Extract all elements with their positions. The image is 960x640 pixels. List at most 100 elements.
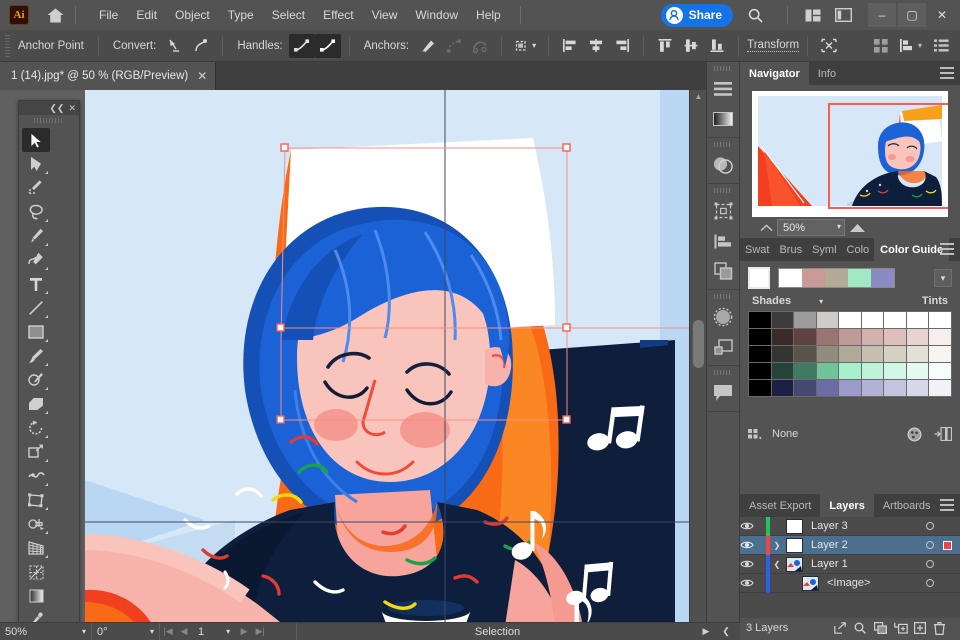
variation-swatch[interactable] [929,312,951,328]
variation-swatch[interactable] [884,363,906,379]
properties-list-icon[interactable] [928,34,954,58]
layer-target-circle[interactable] [926,579,934,587]
variation-swatch[interactable] [839,363,861,379]
tab-artboards[interactable]: Artboards [874,494,940,517]
variation-swatch[interactable] [749,380,771,396]
artboards-panel-icon[interactable] [707,332,739,362]
navigator-view-box[interactable] [828,103,948,209]
layer-visibility-toggle[interactable] [740,559,766,569]
table-row[interactable]: Layer 3 [740,516,960,536]
variation-swatch[interactable] [794,312,816,328]
create-new-sublayer-icon[interactable] [894,622,914,634]
color-guide-variations-grid[interactable] [748,311,952,397]
paintbrush-tool[interactable] [22,344,50,368]
handles-hide-icon[interactable] [314,33,341,58]
menu-help[interactable]: Help [467,4,510,26]
perspective-grid-tool[interactable] [22,536,50,560]
layer-expand-chevron-right-icon[interactable]: ❯ [770,541,784,550]
variation-swatch[interactable] [771,346,794,362]
next-artboard-icon[interactable]: ▶ [236,626,252,637]
variation-swatch[interactable] [794,363,816,379]
color-guide-panel-menu-icon[interactable] [940,243,954,258]
appearance-icon[interactable] [707,302,739,332]
status-tool-label[interactable]: Selection [297,626,698,638]
variation-swatch[interactable] [771,312,794,328]
pen-tool[interactable] [22,224,50,248]
layers-panel-menu-icon[interactable] [940,499,954,514]
variation-swatch[interactable] [884,312,906,328]
dock-grip-2[interactable] [707,138,739,150]
canvas-area[interactable]: ▲ ❯ [0,90,706,640]
variation-swatch[interactable] [861,363,884,379]
variation-swatch[interactable] [906,312,929,328]
anchors-connect-icon[interactable] [441,34,467,58]
layer-name[interactable]: Layer 3 [811,520,848,532]
align-center-horizontal-icon[interactable] [583,34,609,58]
free-transform-tool[interactable] [22,488,50,512]
variation-swatch[interactable] [861,312,884,328]
variation-swatch[interactable] [749,312,771,328]
control-bar-grip[interactable] [3,34,12,57]
arrange-grid-icon[interactable] [868,34,894,58]
layer-visibility-toggle[interactable] [740,521,766,531]
variation-swatch[interactable] [771,380,794,396]
table-row[interactable]: <Image> [740,573,960,593]
variation-swatch[interactable] [839,312,861,328]
menu-select[interactable]: Select [263,4,314,26]
status-zoom-chevron-down-icon[interactable]: ▾ [82,627,86,636]
variation-swatch[interactable] [816,312,839,328]
workspace-switcher-icon[interactable] [830,4,856,26]
zoom-out-icon[interactable] [760,224,773,232]
variation-swatch[interactable] [839,346,861,362]
variation-swatch[interactable] [816,329,839,345]
layer-target-circle[interactable] [926,541,934,549]
make-sublayer-icon[interactable] [874,622,894,634]
delete-selection-icon[interactable] [934,621,954,635]
arrange-documents-icon[interactable] [800,4,826,26]
scale-tool[interactable] [22,440,50,464]
layer-selected-art-indicator[interactable] [943,541,952,550]
gradient-panel-icon[interactable] [707,104,739,134]
dock-grip-4[interactable] [707,290,739,302]
align-left-icon[interactable] [557,34,583,58]
width-tool[interactable] [22,464,50,488]
align-center-vertical-icon[interactable] [678,34,704,58]
tools-panel-header[interactable]: ❮❮ ✕ [19,101,79,115]
limit-color-group-icon[interactable] [748,428,763,440]
harmony-swatch-1[interactable] [779,269,802,287]
color-guide-harmony-strip[interactable] [778,268,895,288]
status-rotation-chevron-down-icon[interactable]: ▾ [150,627,154,636]
variation-swatch[interactable] [839,380,861,396]
tab-symbols[interactable]: Syml [807,238,841,261]
variation-swatch[interactable] [749,363,771,379]
align-top-icon[interactable] [652,34,678,58]
tab-asset-export[interactable]: Asset Export [740,494,820,517]
scroll-up-icon[interactable]: ▲ [690,92,706,101]
layer-visibility-toggle[interactable] [740,540,766,550]
status-zoom-field[interactable]: 50% ▾ [0,622,92,640]
previous-artboard-icon[interactable]: ◀ [176,626,192,637]
transform-panel-icon[interactable] [707,196,739,226]
create-new-layer-icon[interactable] [914,622,934,634]
chevron-down-icon[interactable]: ▾ [532,41,536,50]
layer-visibility-toggle[interactable] [740,578,766,588]
menu-window[interactable]: Window [406,4,467,26]
layer-target-circle[interactable] [926,560,934,568]
harmony-swatch-2[interactable] [802,269,825,287]
color-guide-base-swatch[interactable] [748,267,770,289]
close-tools-icon[interactable]: ✕ [68,103,76,114]
type-tool[interactable] [22,272,50,296]
zoom-in-icon[interactable] [849,223,866,233]
status-play-icon[interactable]: ▶ [698,626,714,637]
last-artboard-icon[interactable]: ▶| [252,626,268,637]
variation-swatch[interactable] [794,329,816,345]
menu-view[interactable]: View [363,4,407,26]
shape-builder-tool[interactable] [22,512,50,536]
close-tab-icon[interactable]: ✕ [197,69,207,83]
table-row[interactable]: ❮ Layer 1 [740,554,960,574]
canvas-vertical-scrollbar[interactable]: ▲ [689,90,706,624]
variation-swatch[interactable] [794,380,816,396]
variation-swatch[interactable] [794,346,816,362]
harmony-swatch-3[interactable] [825,269,848,287]
table-row[interactable]: ❯ Layer 2 [740,535,960,555]
